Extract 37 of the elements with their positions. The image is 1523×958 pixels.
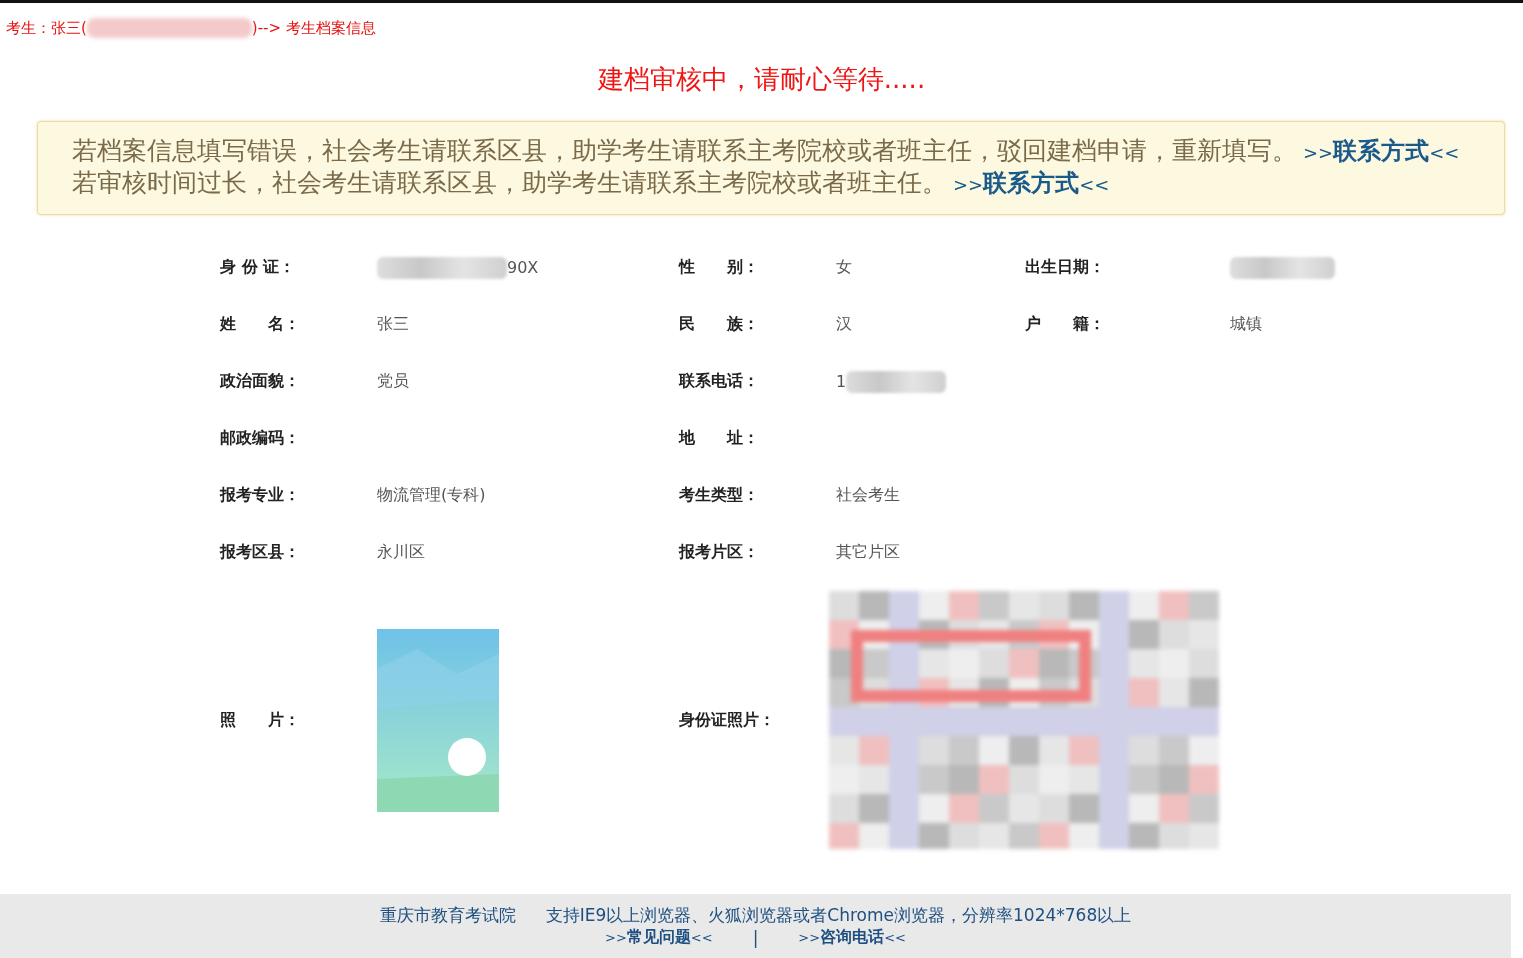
- breadcrumb-text: 考生：张三(: [6, 18, 87, 38]
- footer-org: 重庆市教育考试院: [379, 904, 516, 927]
- field-value: 社会考生: [836, 485, 900, 506]
- field-label: 户 籍：: [1025, 314, 1106, 335]
- hotline-link[interactable]: >>咨询电话<<: [798, 927, 906, 948]
- field-label: 政治面貌：: [220, 371, 301, 392]
- field-value: 物流管理(专科): [377, 485, 486, 506]
- notice-text: 若档案信息填写错误，社会考生请联系区县，助学考生请联系主考院校或者班主任，驳回建档申请，重新填写。: [72, 136, 1297, 165]
- browser-support-note: 支持IE9以上浏览器、火狐浏览器或者Chrome浏览器，分辨率1024*768以上: [545, 904, 1132, 927]
- field-label: 报考区县：: [220, 542, 301, 563]
- field-value: 永川区: [377, 542, 425, 563]
- field-value: 城镇: [1230, 314, 1262, 335]
- field-label: 性 别：: [679, 257, 760, 278]
- field-label: 地 址：: [679, 428, 760, 449]
- field-label: 报考片区：: [679, 542, 760, 563]
- field-label: 联系电话：: [679, 371, 760, 392]
- field-label: 照 片：: [220, 709, 301, 731]
- field-label: 报考专业：: [220, 485, 301, 506]
- field-label: 邮政编码：: [220, 428, 301, 449]
- breadcrumb-text: )--> 考生档案信息: [251, 18, 376, 38]
- field-value: 党员: [377, 371, 409, 392]
- field-label: 身份证照片：: [679, 709, 776, 731]
- field-value: 1: [836, 372, 847, 391]
- footer-separator: |: [752, 927, 759, 948]
- field-label: 民 族：: [679, 314, 760, 335]
- notice-text: 若审核时间过长，社会考生请联系区县，助学考生请联系主考院校或者班主任。: [72, 168, 947, 197]
- field-label: 身 份 证：: [220, 257, 297, 278]
- field-label: 出生日期：: [1025, 257, 1106, 278]
- status-message: 建档审核中，请耐心等待.....: [596, 63, 927, 96]
- field-label: 姓 名：: [220, 314, 301, 335]
- field-value: 女: [836, 257, 852, 278]
- field-label: 考生类型：: [679, 485, 760, 506]
- field-value: 张三: [377, 314, 409, 335]
- field-value: 其它片区: [836, 542, 900, 563]
- field-value: 90X: [507, 258, 539, 277]
- field-value: 汉: [836, 314, 852, 335]
- faq-link[interactable]: >>常见问题<<: [605, 927, 713, 948]
